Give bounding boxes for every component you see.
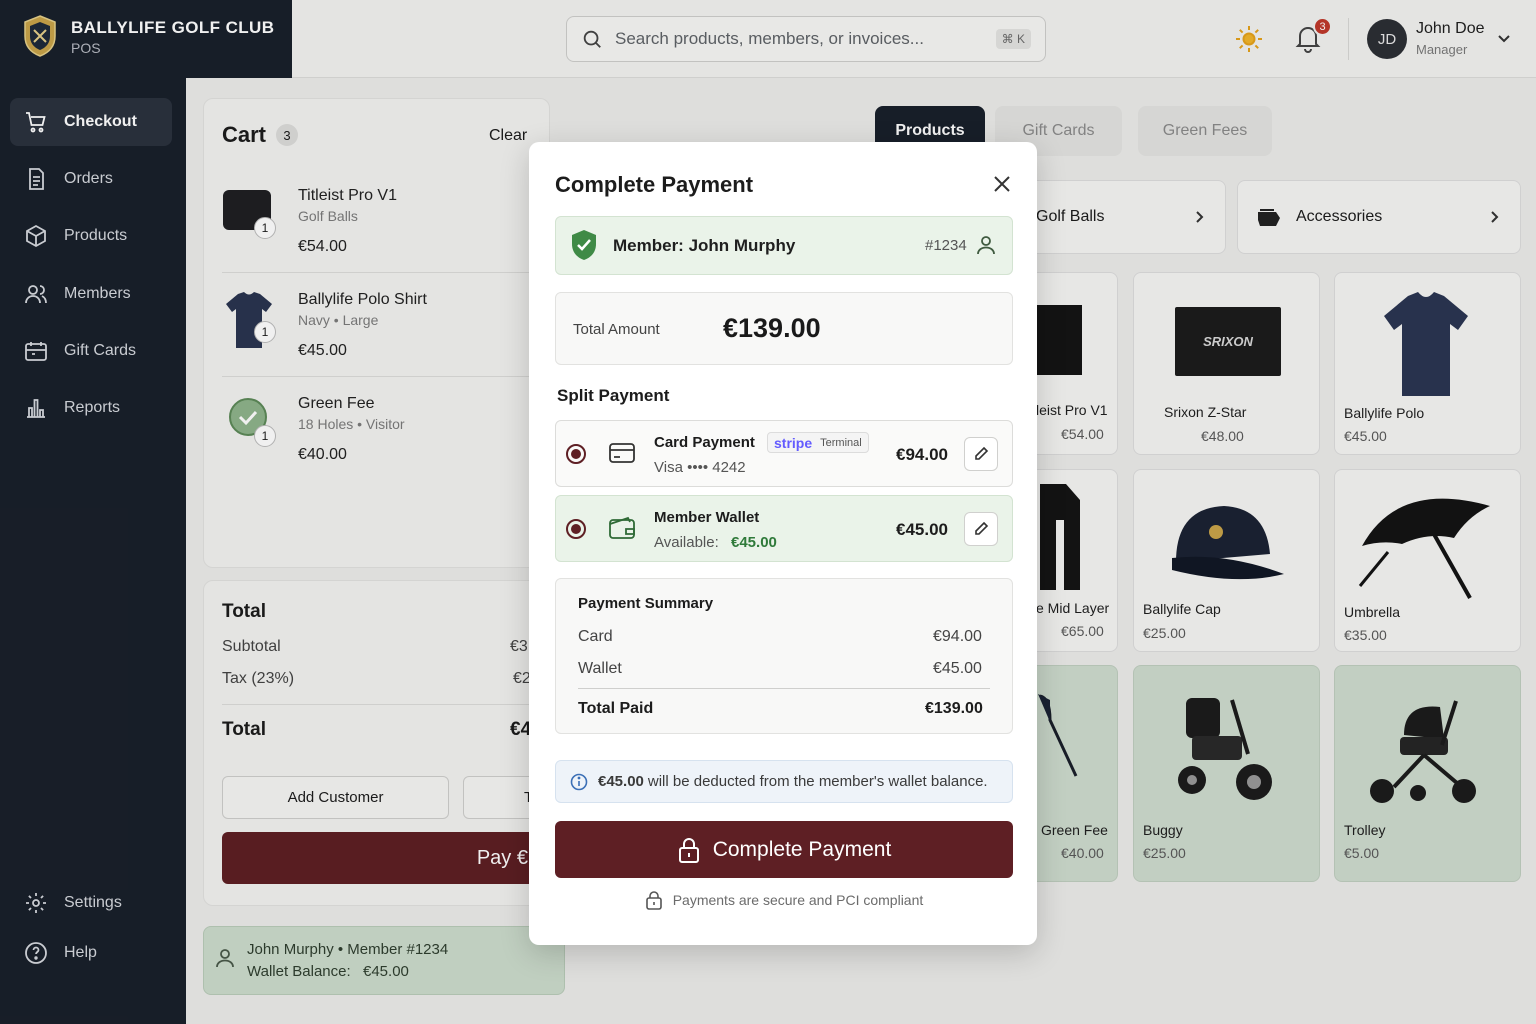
card-payment-radio[interactable]	[566, 444, 586, 464]
summary-total-label: Total Paid	[578, 700, 654, 717]
summary-wallet-label: Wallet	[578, 660, 622, 677]
terminal-label: Terminal	[820, 436, 862, 449]
lock-icon	[645, 891, 662, 910]
wallet-deduction-notice: €45.00 will be deducted from the member'…	[555, 760, 1013, 803]
close-icon[interactable]	[990, 172, 1014, 196]
lock-icon	[678, 837, 699, 863]
pencil-icon	[975, 446, 989, 460]
deduction-amount: €45.00	[598, 773, 644, 790]
secure-text: Payments are secure and PCI compliant	[672, 892, 924, 908]
wallet-icon	[609, 516, 635, 539]
wallet-available-label: Available:	[654, 534, 719, 551]
divider	[578, 688, 990, 689]
stripe-logo: stripe	[774, 434, 813, 451]
summary-total-value: €139.00	[925, 700, 983, 717]
total-amount-label: Total Amount	[573, 321, 660, 338]
complete-payment-button[interactable]: Complete Payment	[555, 821, 1013, 878]
card-amount: €94.00	[896, 445, 948, 464]
summary-card-value: €94.00	[933, 628, 982, 645]
summary-title: Payment Summary	[578, 595, 714, 612]
secure-note: Payments are secure and PCI compliant	[555, 890, 1013, 910]
wallet-amount: €45.00	[896, 520, 948, 539]
wallet-payment-radio[interactable]	[566, 519, 586, 539]
complete-payment-label: Complete Payment	[712, 837, 892, 861]
credit-card-icon	[609, 443, 635, 463]
split-payment-title: Split Payment	[557, 386, 670, 405]
deduction-text: will be deducted from the member's walle…	[647, 773, 988, 790]
modal-title: Complete Payment	[555, 172, 754, 197]
wallet-available-value: €45.00	[731, 534, 777, 551]
pencil-icon	[975, 521, 989, 535]
summary-card-label: Card	[578, 628, 613, 645]
card-payment-title: Card Payment	[654, 434, 755, 451]
stripe-terminal-badge: stripe Terminal	[767, 432, 869, 453]
edit-card-amount-button[interactable]	[964, 437, 998, 471]
edit-wallet-amount-button[interactable]	[964, 512, 998, 546]
member-id: #1234	[925, 237, 967, 254]
user-icon	[977, 236, 995, 255]
card-detail: Visa •••• 4242	[654, 459, 746, 476]
member-name: Member: John Murphy	[613, 236, 796, 255]
total-amount-value: €139.00	[723, 313, 821, 343]
info-icon	[570, 773, 588, 790]
shield-check-icon	[572, 230, 596, 260]
wallet-title: Member Wallet	[654, 509, 760, 526]
summary-wallet-value: €45.00	[933, 660, 982, 677]
